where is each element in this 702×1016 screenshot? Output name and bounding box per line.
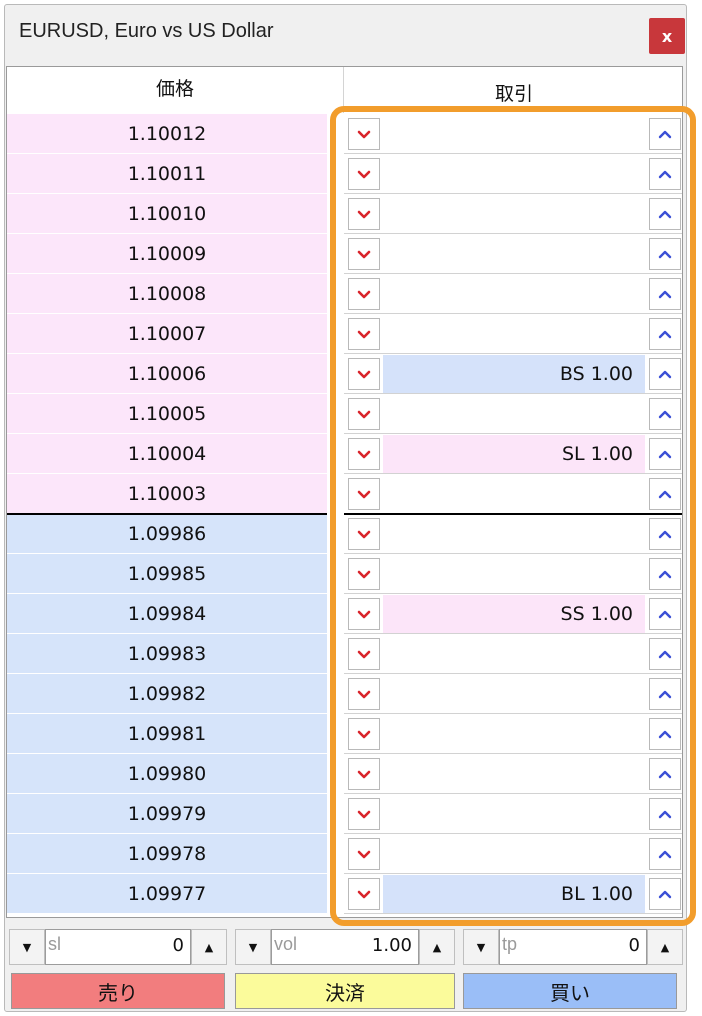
- sl-decrease-button[interactable]: ▼: [9, 929, 45, 965]
- price-cell: 1.09982: [7, 674, 327, 714]
- vol-label: vol: [274, 934, 298, 954]
- price-cell: 1.10005: [7, 394, 327, 434]
- close-position-button[interactable]: 決済: [235, 973, 455, 1009]
- vol-value: 1.00: [371, 935, 412, 956]
- price-cell: 1.09978: [7, 834, 327, 874]
- tp-decrease-button[interactable]: ▼: [463, 929, 499, 965]
- sl-input[interactable]: sl 0: [45, 929, 191, 965]
- tp-label: tp: [502, 934, 518, 954]
- sl-increase-button[interactable]: ▲: [191, 929, 227, 965]
- sl-control: ▼ sl 0 ▲: [9, 929, 227, 965]
- spread-divider: [7, 513, 327, 515]
- vol-decrease-button[interactable]: ▼: [235, 929, 271, 965]
- sl-label: sl: [48, 934, 61, 954]
- close-button[interactable]: x: [649, 18, 685, 54]
- window-title: EURUSD, Euro vs US Dollar: [19, 20, 274, 42]
- tp-input[interactable]: tp 0: [499, 929, 647, 965]
- order-parameters: ▼ sl 0 ▲ ▼ vol 1.00 ▲ ▼ tp 0 ▲: [5, 921, 688, 965]
- price-cell: 1.10006: [7, 354, 327, 394]
- sell-button[interactable]: 売り: [11, 973, 225, 1009]
- price-cell: 1.09984: [7, 594, 327, 634]
- sl-value: 0: [172, 935, 184, 956]
- vol-input[interactable]: vol 1.00: [271, 929, 419, 965]
- price-cell: 1.09977: [7, 874, 327, 914]
- trade-column-highlight: [330, 106, 696, 926]
- action-buttons: 売り 決済 買い: [5, 969, 688, 1009]
- price-cell: 1.10004: [7, 434, 327, 474]
- price-cell: 1.10008: [7, 274, 327, 314]
- price-cell: 1.10007: [7, 314, 327, 354]
- price-cell: 1.10012: [7, 114, 327, 154]
- price-cell: 1.09981: [7, 714, 327, 754]
- price-cell: 1.09986: [7, 514, 327, 554]
- vol-increase-button[interactable]: ▲: [419, 929, 455, 965]
- price-column-header: 価格: [7, 67, 344, 113]
- price-cell: 1.09985: [7, 554, 327, 594]
- price-cell: 1.09979: [7, 794, 327, 834]
- price-cell: 1.09980: [7, 754, 327, 794]
- price-cell: 1.10003: [7, 474, 327, 514]
- vol-control: ▼ vol 1.00 ▲: [235, 929, 455, 965]
- price-cell: 1.10009: [7, 234, 327, 274]
- price-cell: 1.09983: [7, 634, 327, 674]
- titlebar: EURUSD, Euro vs US Dollar x: [5, 5, 686, 63]
- tp-value: 0: [628, 935, 640, 956]
- tp-increase-button[interactable]: ▲: [647, 929, 683, 965]
- price-cell: 1.10011: [7, 154, 327, 194]
- tp-control: ▼ tp 0 ▲: [463, 929, 683, 965]
- buy-button[interactable]: 買い: [463, 973, 677, 1009]
- price-cell: 1.10010: [7, 194, 327, 234]
